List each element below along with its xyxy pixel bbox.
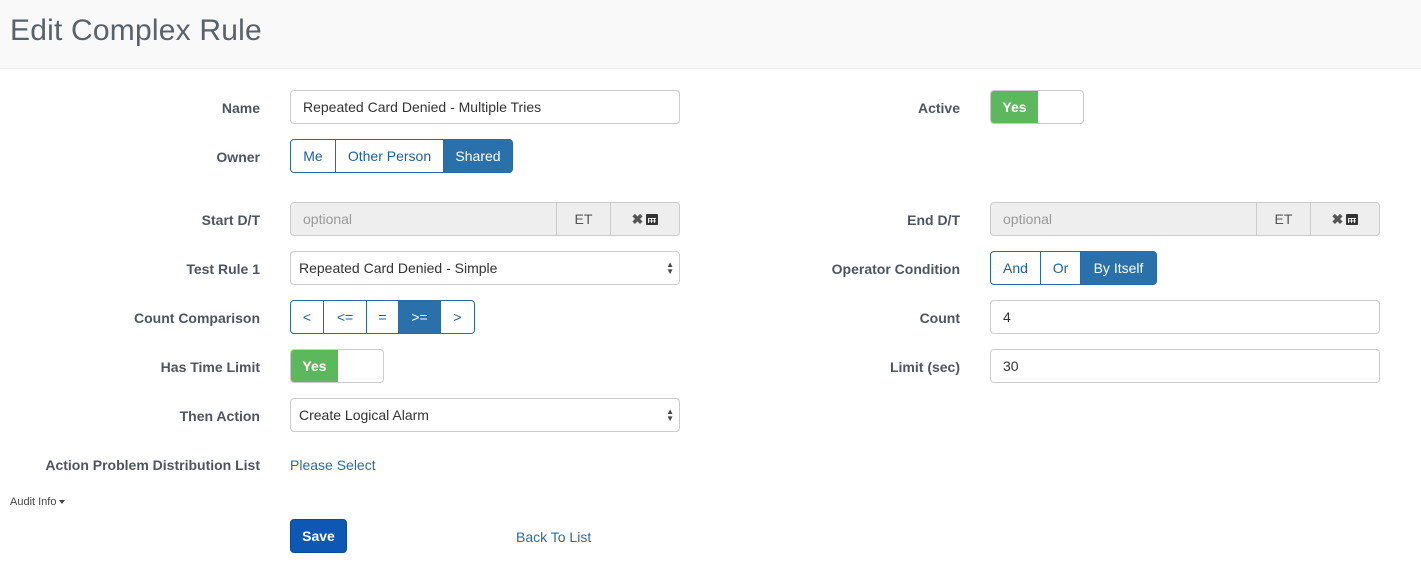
name-label: Name <box>221 100 260 116</box>
distribution-list-label: Action Problem Distribution List <box>45 457 260 473</box>
active-toggle-on: Yes <box>991 91 1038 123</box>
end-dt-input[interactable]: optional <box>990 202 1257 236</box>
back-to-list-link[interactable]: Back To List <box>516 529 591 545</box>
audit-info-toggle[interactable]: Audit Info <box>10 496 66 508</box>
owner-shared-button[interactable]: Shared <box>444 139 513 173</box>
limit-sec-label: Limit (sec) <box>889 359 960 375</box>
operator-by-itself-button[interactable]: By Itself <box>1081 251 1157 285</box>
distribution-list-select-link[interactable]: Please Select <box>290 457 376 473</box>
limit-sec-input[interactable]: 30 <box>990 349 1380 383</box>
page-header: Edit Complex Rule <box>0 0 1421 69</box>
owner-label: Owner <box>216 149 260 165</box>
test-rule-1-value: Repeated Card Denied - Simple <box>299 260 498 276</box>
active-toggle[interactable]: Yes <box>990 90 1084 124</box>
active-label: Active <box>917 100 960 116</box>
start-dt-label: Start D/T <box>201 212 260 228</box>
comparison-lte-button[interactable]: <= <box>324 300 367 334</box>
has-time-limit-toggle[interactable]: Yes <box>290 349 384 383</box>
test-rule-1-select[interactable]: Repeated Card Denied - Simple ▲ ▼ <box>290 251 680 285</box>
select-arrows-icon: ▲ ▼ <box>666 260 674 276</box>
start-dt-timezone: ET <box>556 202 611 236</box>
times-icon[interactable]: ✖ <box>632 211 644 227</box>
owner-button-group: Me Other Person Shared <box>290 139 513 173</box>
calendar-icon[interactable] <box>646 214 659 225</box>
owner-me-button[interactable]: Me <box>290 139 336 173</box>
test-rule-1-label: Test Rule 1 <box>186 261 260 277</box>
comparison-lt-button[interactable]: < <box>290 300 324 334</box>
has-time-limit-toggle-on: Yes <box>291 350 338 382</box>
operator-condition-button-group: And Or By Itself <box>990 251 1157 285</box>
count-input[interactable]: 4 <box>990 300 1380 334</box>
operator-and-button[interactable]: And <box>990 251 1041 285</box>
name-input[interactable]: Repeated Card Denied - Multiple Tries <box>290 90 680 124</box>
then-action-select[interactable]: Create Logical Alarm ▲ ▼ <box>290 398 680 432</box>
end-dt-timezone: ET <box>1256 202 1311 236</box>
end-dt-label: End D/T <box>907 212 960 228</box>
start-dt-actions: ✖ <box>610 202 680 236</box>
comparison-eq-button[interactable]: = <box>367 300 399 334</box>
save-button[interactable]: Save <box>290 519 347 553</box>
calendar-icon[interactable] <box>1346 214 1359 225</box>
start-dt-input[interactable]: optional <box>290 202 557 236</box>
select-arrows-icon: ▲ ▼ <box>666 407 674 423</box>
audit-info-label: Audit Info <box>10 496 57 508</box>
caret-down-icon <box>59 500 66 505</box>
comparison-gt-button[interactable]: > <box>441 300 475 334</box>
count-comparison-button-group: < <= = >= > <box>290 300 475 334</box>
end-dt-actions: ✖ <box>1310 202 1380 236</box>
count-label: Count <box>919 310 960 326</box>
page-title: Edit Complex Rule <box>10 14 262 47</box>
comparison-gte-button[interactable]: >= <box>399 300 441 334</box>
owner-other-person-button[interactable]: Other Person <box>336 139 444 173</box>
operator-or-button[interactable]: Or <box>1041 251 1081 285</box>
count-comparison-label: Count Comparison <box>134 310 260 326</box>
times-icon[interactable]: ✖ <box>1332 211 1344 227</box>
has-time-limit-label: Has Time Limit <box>160 359 260 375</box>
then-action-label: Then Action <box>179 408 260 424</box>
operator-condition-label: Operator Condition <box>831 261 960 277</box>
then-action-value: Create Logical Alarm <box>299 407 429 423</box>
